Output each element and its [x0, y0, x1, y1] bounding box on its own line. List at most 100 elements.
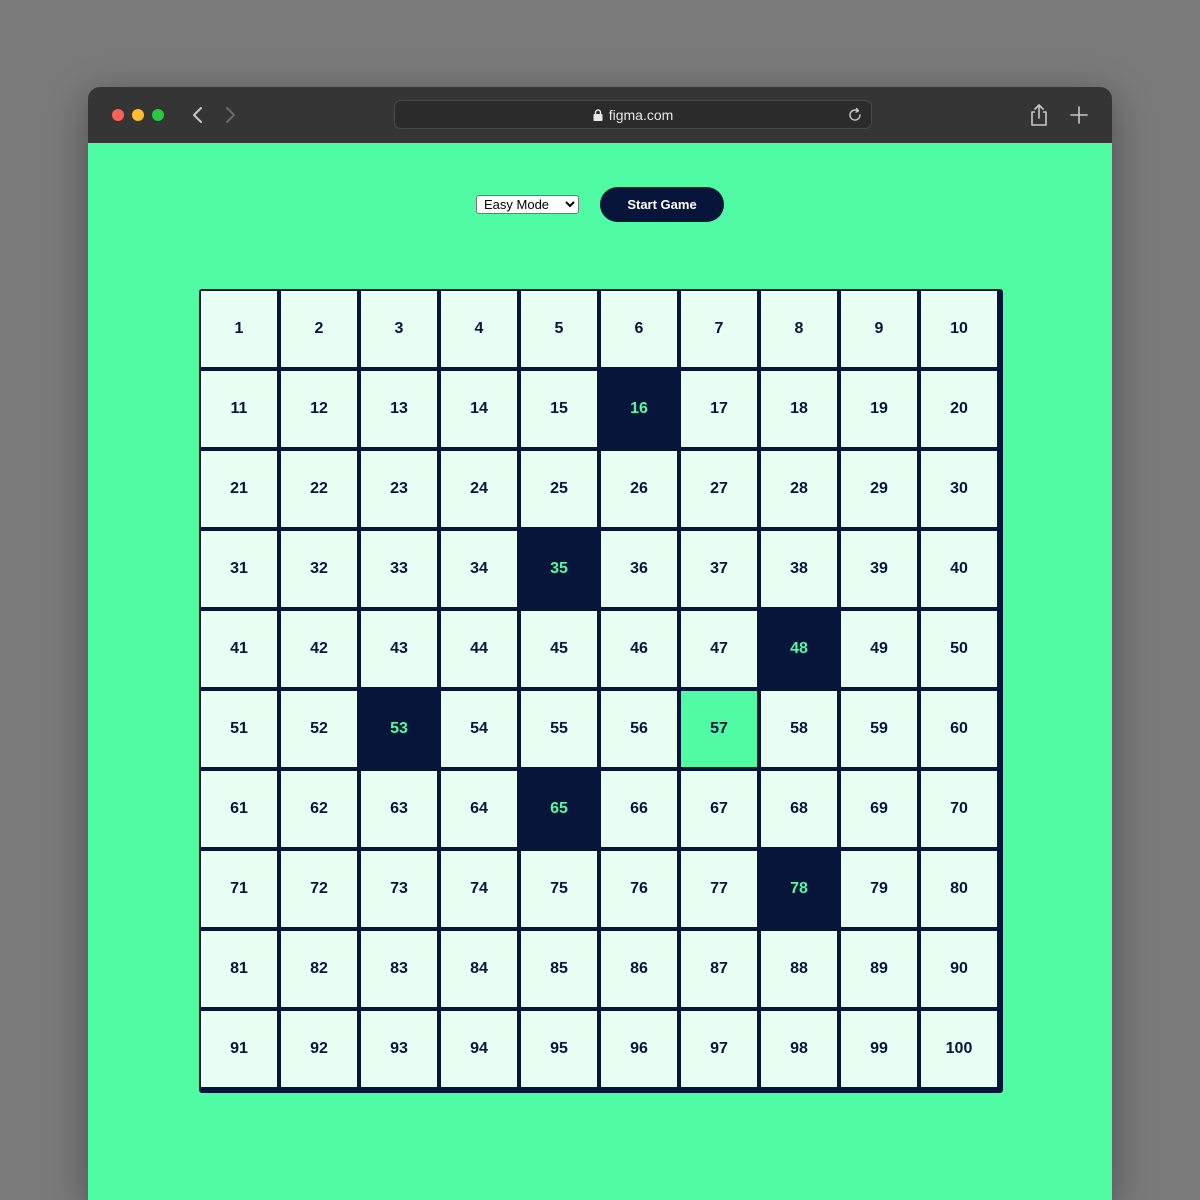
board-cell-37[interactable]: 37: [681, 531, 757, 607]
address-bar[interactable]: figma.com: [394, 100, 872, 129]
board-cell-95[interactable]: 95: [521, 1011, 597, 1087]
board-cell-32[interactable]: 32: [281, 531, 357, 607]
board-cell-65[interactable]: 65: [521, 771, 597, 847]
board-cell-13[interactable]: 13: [361, 371, 437, 447]
board-cell-84[interactable]: 84: [441, 931, 517, 1007]
board-cell-6[interactable]: 6: [601, 291, 677, 367]
board-cell-50[interactable]: 50: [921, 611, 997, 687]
chevron-right-icon[interactable]: [218, 103, 242, 127]
board-cell-1[interactable]: 1: [201, 291, 277, 367]
board-cell-80[interactable]: 80: [921, 851, 997, 927]
difficulty-select[interactable]: Easy Mode: [476, 195, 579, 214]
close-window-button[interactable]: [112, 109, 124, 121]
board-cell-87[interactable]: 87: [681, 931, 757, 1007]
board-cell-34[interactable]: 34: [441, 531, 517, 607]
share-icon[interactable]: [1028, 103, 1050, 127]
board-cell-61[interactable]: 61: [201, 771, 277, 847]
board-cell-56[interactable]: 56: [601, 691, 677, 767]
board-cell-74[interactable]: 74: [441, 851, 517, 927]
board-cell-9[interactable]: 9: [841, 291, 917, 367]
board-cell-53[interactable]: 53: [361, 691, 437, 767]
board-cell-85[interactable]: 85: [521, 931, 597, 1007]
board-cell-28[interactable]: 28: [761, 451, 837, 527]
board-cell-4[interactable]: 4: [441, 291, 517, 367]
board-cell-22[interactable]: 22: [281, 451, 357, 527]
board-cell-46[interactable]: 46: [601, 611, 677, 687]
board-cell-70[interactable]: 70: [921, 771, 997, 847]
board-cell-27[interactable]: 27: [681, 451, 757, 527]
board-cell-63[interactable]: 63: [361, 771, 437, 847]
board-cell-30[interactable]: 30: [921, 451, 997, 527]
board-cell-64[interactable]: 64: [441, 771, 517, 847]
board-cell-97[interactable]: 97: [681, 1011, 757, 1087]
board-cell-54[interactable]: 54: [441, 691, 517, 767]
board-cell-47[interactable]: 47: [681, 611, 757, 687]
board-cell-69[interactable]: 69: [841, 771, 917, 847]
board-cell-44[interactable]: 44: [441, 611, 517, 687]
board-cell-99[interactable]: 99: [841, 1011, 917, 1087]
board-cell-67[interactable]: 67: [681, 771, 757, 847]
board-cell-38[interactable]: 38: [761, 531, 837, 607]
board-cell-79[interactable]: 79: [841, 851, 917, 927]
board-cell-77[interactable]: 77: [681, 851, 757, 927]
board-cell-88[interactable]: 88: [761, 931, 837, 1007]
board-cell-41[interactable]: 41: [201, 611, 277, 687]
start-game-button[interactable]: Start Game: [600, 187, 724, 222]
board-cell-51[interactable]: 51: [201, 691, 277, 767]
board-cell-39[interactable]: 39: [841, 531, 917, 607]
board-cell-83[interactable]: 83: [361, 931, 437, 1007]
board-cell-91[interactable]: 91: [201, 1011, 277, 1087]
board-cell-52[interactable]: 52: [281, 691, 357, 767]
board-cell-72[interactable]: 72: [281, 851, 357, 927]
board-cell-75[interactable]: 75: [521, 851, 597, 927]
board-cell-17[interactable]: 17: [681, 371, 757, 447]
reload-icon[interactable]: [847, 107, 863, 123]
board-cell-58[interactable]: 58: [761, 691, 837, 767]
board-cell-55[interactable]: 55: [521, 691, 597, 767]
board-cell-86[interactable]: 86: [601, 931, 677, 1007]
board-cell-10[interactable]: 10: [921, 291, 997, 367]
board-cell-31[interactable]: 31: [201, 531, 277, 607]
board-cell-92[interactable]: 92: [281, 1011, 357, 1087]
board-cell-40[interactable]: 40: [921, 531, 997, 607]
board-cell-62[interactable]: 62: [281, 771, 357, 847]
board-cell-35[interactable]: 35: [521, 531, 597, 607]
board-cell-78[interactable]: 78: [761, 851, 837, 927]
board-cell-94[interactable]: 94: [441, 1011, 517, 1087]
board-cell-2[interactable]: 2: [281, 291, 357, 367]
board-cell-11[interactable]: 11: [201, 371, 277, 447]
board-cell-59[interactable]: 59: [841, 691, 917, 767]
board-cell-15[interactable]: 15: [521, 371, 597, 447]
board-cell-68[interactable]: 68: [761, 771, 837, 847]
board-cell-21[interactable]: 21: [201, 451, 277, 527]
board-cell-48[interactable]: 48: [761, 611, 837, 687]
board-cell-93[interactable]: 93: [361, 1011, 437, 1087]
board-cell-8[interactable]: 8: [761, 291, 837, 367]
board-cell-16[interactable]: 16: [601, 371, 677, 447]
board-cell-43[interactable]: 43: [361, 611, 437, 687]
board-cell-20[interactable]: 20: [921, 371, 997, 447]
board-cell-7[interactable]: 7: [681, 291, 757, 367]
board-cell-71[interactable]: 71: [201, 851, 277, 927]
board-cell-3[interactable]: 3: [361, 291, 437, 367]
chevron-left-icon[interactable]: [186, 103, 210, 127]
board-cell-42[interactable]: 42: [281, 611, 357, 687]
board-cell-5[interactable]: 5: [521, 291, 597, 367]
board-cell-90[interactable]: 90: [921, 931, 997, 1007]
board-cell-33[interactable]: 33: [361, 531, 437, 607]
board-cell-23[interactable]: 23: [361, 451, 437, 527]
plus-icon[interactable]: [1068, 104, 1090, 126]
board-cell-98[interactable]: 98: [761, 1011, 837, 1087]
board-cell-24[interactable]: 24: [441, 451, 517, 527]
board-cell-57[interactable]: 57: [681, 691, 757, 767]
board-cell-19[interactable]: 19: [841, 371, 917, 447]
board-cell-29[interactable]: 29: [841, 451, 917, 527]
minimize-window-button[interactable]: [132, 109, 144, 121]
board-cell-73[interactable]: 73: [361, 851, 437, 927]
board-cell-96[interactable]: 96: [601, 1011, 677, 1087]
board-cell-18[interactable]: 18: [761, 371, 837, 447]
maximize-window-button[interactable]: [152, 109, 164, 121]
board-cell-14[interactable]: 14: [441, 371, 517, 447]
board-cell-76[interactable]: 76: [601, 851, 677, 927]
board-cell-45[interactable]: 45: [521, 611, 597, 687]
